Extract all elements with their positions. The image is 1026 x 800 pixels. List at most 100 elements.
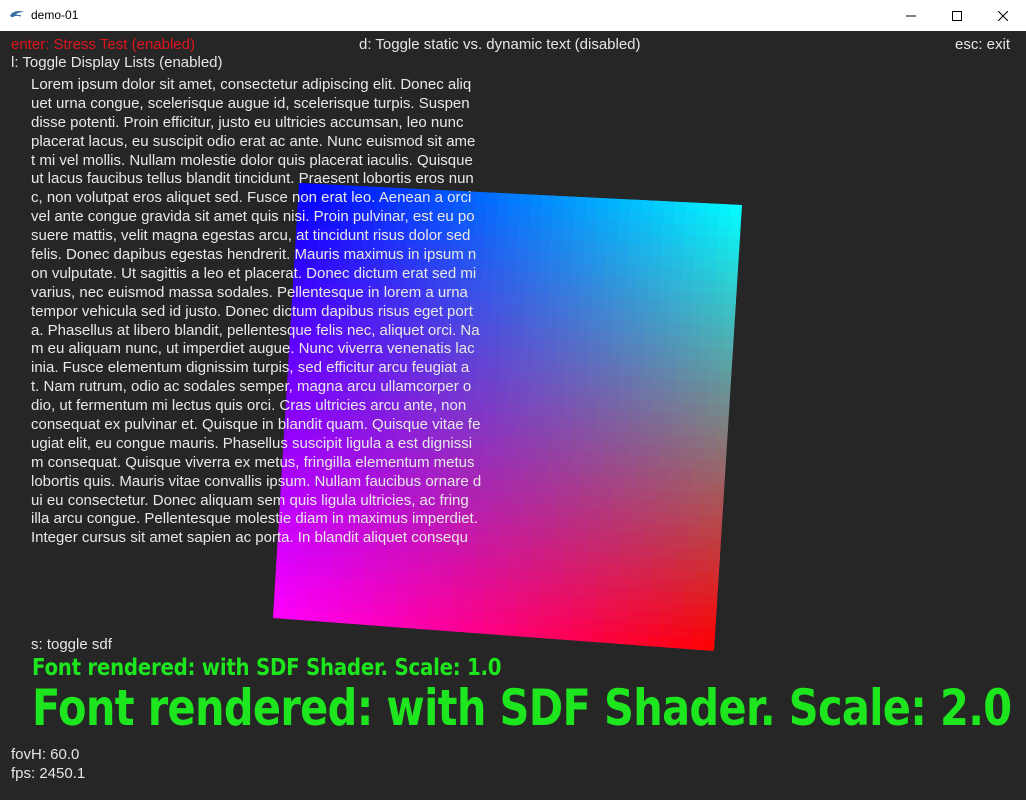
quad-cell (662, 211, 676, 225)
quad-cell (562, 583, 575, 597)
quad-cell (715, 438, 728, 451)
quad-cell (586, 374, 599, 387)
quad-cell (375, 559, 388, 572)
quad-cell (700, 493, 714, 506)
quad-cell (550, 239, 563, 252)
quad-cell (694, 414, 707, 427)
quad-cell (615, 442, 628, 456)
quad-cell (576, 351, 589, 365)
close-button[interactable] (980, 0, 1026, 31)
lorem-line: t mi vel mollis. Nullam molestie dolor q… (31, 151, 473, 169)
quad-cell (593, 252, 606, 266)
quad-cell (676, 346, 689, 359)
quad-cell (496, 568, 509, 581)
quad-cell (406, 583, 420, 597)
quad-cell (635, 299, 648, 312)
quad-cell (670, 625, 683, 638)
quad-cell (623, 488, 636, 501)
quad-cell (638, 600, 651, 614)
quad-cell (630, 555, 643, 568)
quad-cell (329, 578, 343, 591)
quad-cell (652, 556, 665, 570)
quad-cell (613, 476, 626, 489)
quad-cell (718, 393, 731, 407)
quad-cell (595, 575, 609, 588)
quad-cell (717, 225, 730, 239)
quad-cell (526, 625, 539, 639)
static-dynamic-label: d: Toggle static vs. dynamic text (disab… (359, 36, 641, 53)
quad-cell (563, 373, 577, 386)
quad-cell (612, 487, 625, 500)
quad-cell (664, 356, 678, 370)
quad-cell (638, 244, 651, 257)
quad-cell (597, 375, 610, 388)
quad-cell (604, 431, 618, 444)
quad-cell (599, 508, 613, 522)
render-viewport[interactable]: Lorem ipsum dolor sit amet, consectetur … (0, 31, 1026, 800)
quad-cell (451, 575, 465, 589)
maximize-button[interactable] (934, 0, 980, 31)
quad-cell (563, 206, 576, 220)
quad-cell (461, 598, 474, 612)
quad-cell (694, 593, 707, 606)
quad-cell (632, 343, 645, 357)
quad-cell (693, 436, 706, 450)
quad-cell (495, 579, 509, 592)
minimize-button[interactable] (888, 0, 934, 31)
lorem-line: tempor vehicula sed id justo. Donec dict… (31, 302, 473, 320)
quad-cell (720, 360, 733, 373)
quad-cell (408, 561, 421, 575)
quad-cell (673, 402, 686, 415)
quad-cell (555, 505, 569, 519)
quad-cell (594, 230, 608, 243)
quad-cell (589, 319, 602, 332)
title-bar[interactable]: demo-01 (0, 0, 1026, 32)
quad-cell (407, 572, 420, 586)
quad-cell (566, 328, 580, 342)
quad-cell (417, 595, 430, 608)
quad-cell (644, 322, 658, 335)
quad-cell (674, 379, 687, 393)
quad-cell (633, 332, 646, 346)
quad-cell (719, 371, 732, 384)
quad-cell (554, 339, 568, 352)
quad-cell (700, 504, 713, 517)
quad-cell (493, 623, 506, 636)
quad-cell (722, 326, 735, 340)
quad-cell (688, 335, 701, 349)
quad-cell (684, 391, 698, 404)
quad-cell (602, 475, 615, 488)
quad-cell (662, 390, 676, 403)
quad-cell (669, 279, 683, 292)
quad-cell (640, 567, 654, 580)
quad-cell (699, 336, 712, 349)
quad-cell (675, 368, 688, 382)
quad-cell (497, 557, 510, 570)
quad-cell (680, 279, 694, 293)
quad-cell (666, 502, 680, 515)
quad-cell (651, 222, 664, 235)
quad-cell (569, 284, 582, 298)
quad-cell (373, 592, 386, 605)
quad-cell (526, 448, 539, 461)
quad-cell (644, 500, 658, 514)
quad-cell (540, 571, 554, 584)
quad-cell (307, 576, 321, 589)
quad-cell (431, 552, 444, 565)
quad-cell (593, 619, 606, 632)
quad-cell (724, 293, 737, 306)
quad-cell (708, 538, 722, 551)
quad-cell (660, 423, 674, 436)
quad-cell (556, 317, 569, 330)
quad-cell (639, 578, 653, 591)
quad-cell (342, 557, 355, 570)
quad-cell (659, 445, 672, 459)
quad-cell (317, 599, 330, 612)
quad-cell (662, 223, 675, 236)
quad-cell (608, 553, 621, 567)
quad-cell (531, 360, 544, 373)
quad-cell (571, 606, 585, 620)
quad-cell (542, 549, 555, 562)
quad-cell (646, 300, 659, 313)
quad-cell (657, 289, 671, 302)
